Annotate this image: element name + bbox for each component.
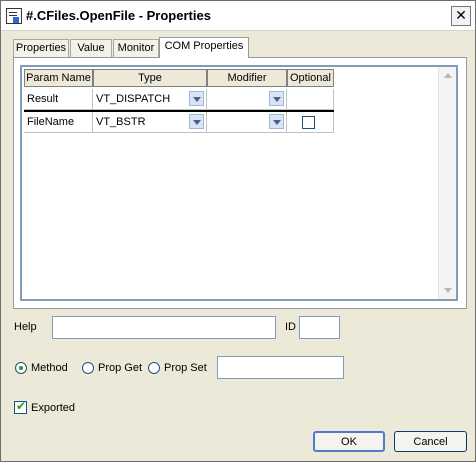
scroll-down-icon[interactable] (440, 283, 455, 298)
column-header-param-name[interactable]: Param Name (24, 69, 93, 87)
param-grid: Param Name Type Modifier Optional Result… (20, 65, 458, 301)
column-header-optional[interactable]: Optional (287, 69, 334, 87)
prop-value-input[interactable] (217, 356, 344, 379)
column-header-modifier[interactable]: Modifier (207, 69, 287, 87)
properties-icon (6, 8, 22, 24)
param-name-cell[interactable]: FileName (24, 112, 93, 133)
id-input[interactable] (299, 316, 340, 339)
modifier-cell[interactable] (207, 112, 287, 133)
chevron-down-icon[interactable] (269, 91, 284, 106)
help-label: Help (14, 321, 37, 333)
tab-properties[interactable]: Properties (13, 39, 69, 57)
column-header-type[interactable]: Type (93, 69, 207, 87)
window-title: #.CFiles.OpenFile - Properties (26, 8, 211, 23)
check-icon: ✔ (16, 399, 27, 413)
optional-cell (287, 89, 334, 110)
help-input[interactable] (52, 316, 276, 339)
type-cell[interactable]: VT_DISPATCH (93, 89, 207, 110)
com-properties-panel: Param Name Type Modifier Optional Result… (13, 57, 467, 309)
method-radio[interactable] (15, 362, 27, 374)
scroll-up-icon[interactable] (440, 68, 455, 83)
type-cell[interactable]: VT_BSTR (93, 112, 207, 133)
chevron-down-icon[interactable] (189, 114, 204, 129)
type-value: VT_DISPATCH (96, 93, 171, 105)
cancel-button[interactable]: Cancel (394, 431, 467, 452)
title-bar: #.CFiles.OpenFile - Properties ✕ (1, 1, 475, 31)
modifier-cell[interactable] (207, 89, 287, 110)
param-name-cell[interactable]: Result (24, 89, 93, 110)
type-value: VT_BSTR (96, 116, 146, 128)
prop-set-label[interactable]: Prop Set (164, 362, 207, 374)
exported-label[interactable]: Exported (31, 402, 75, 414)
tab-value[interactable]: Value (70, 39, 112, 57)
prop-set-radio[interactable] (148, 362, 160, 374)
chevron-down-icon[interactable] (269, 114, 284, 129)
prop-get-radio[interactable] (82, 362, 94, 374)
optional-cell (287, 112, 334, 133)
close-button[interactable]: ✕ (451, 6, 471, 26)
grid-scrollbar[interactable] (438, 67, 456, 299)
tab-com-properties[interactable]: COM Properties (159, 37, 249, 58)
id-label: ID (285, 321, 296, 333)
properties-dialog: #.CFiles.OpenFile - Properties ✕ Propert… (0, 0, 476, 462)
tab-monitor[interactable]: Monitor (113, 39, 159, 57)
exported-checkbox[interactable]: ✔ (14, 399, 27, 414)
optional-checkbox[interactable] (302, 116, 315, 129)
method-label[interactable]: Method (31, 362, 68, 374)
prop-get-label[interactable]: Prop Get (98, 362, 142, 374)
ok-button[interactable]: OK (313, 431, 385, 452)
chevron-down-icon[interactable] (189, 91, 204, 106)
close-icon: ✕ (455, 7, 467, 23)
